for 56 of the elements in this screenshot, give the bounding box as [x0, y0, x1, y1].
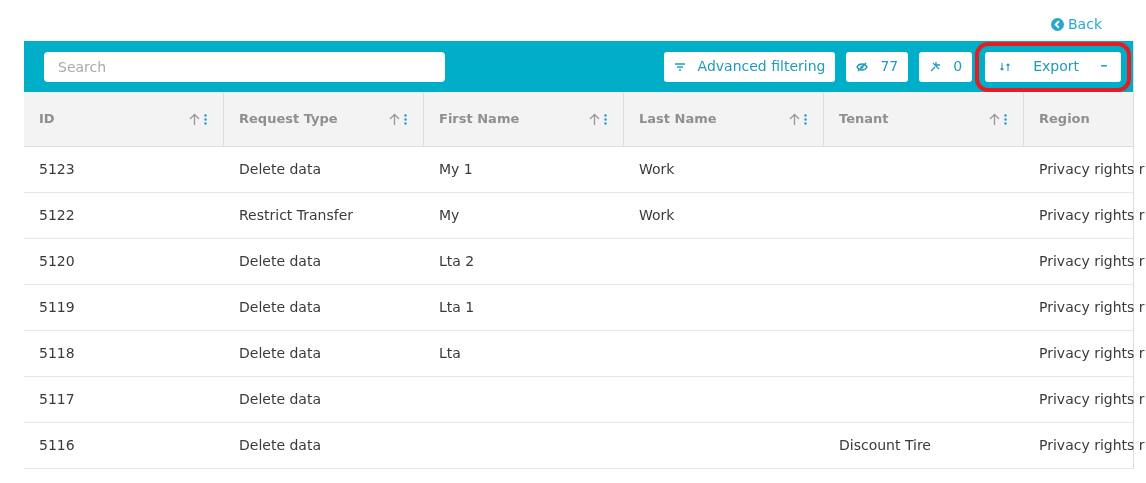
- advanced-filtering-button[interactable]: Advanced filtering: [663, 51, 836, 82]
- hidden-columns-button[interactable]: 77: [846, 51, 909, 82]
- table-cell-text: 5118: [39, 344, 75, 363]
- table-cell-text: Delete data: [239, 160, 321, 179]
- swap-arrows-icon: [999, 60, 1012, 73]
- sort-arrow-icon[interactable]: [189, 113, 200, 125]
- dropdown-caret-icon: [1101, 65, 1107, 68]
- table-cell-text: My: [439, 206, 460, 225]
- column-menu-icon[interactable]: [804, 113, 807, 125]
- table-cell-text: Privacy rights r: [1039, 160, 1145, 179]
- table-cell-text: Privacy rights r: [1039, 298, 1145, 317]
- column-header[interactable]: First Name: [424, 92, 624, 147]
- table-cell-text: 5116: [39, 436, 75, 455]
- table-cell-text: Delete data: [239, 252, 321, 271]
- table-cell-text: Lta: [439, 344, 461, 363]
- table-cell-text: Restrict Transfer: [239, 206, 354, 225]
- export-button[interactable]: Export: [985, 51, 1121, 82]
- pin-icon: [929, 60, 942, 73]
- column-menu-icon[interactable]: [1004, 113, 1007, 125]
- table-cell-text: Delete data: [239, 344, 321, 363]
- table-cell-text: 5123: [39, 160, 75, 179]
- table-cell-text: Delete data: [239, 390, 321, 409]
- column-header[interactable]: Request Type: [224, 92, 424, 147]
- column-header[interactable]: Last Name: [624, 92, 824, 147]
- filter-icon: [673, 60, 686, 73]
- table-cell-text: Lta 1: [439, 298, 475, 317]
- table-cell-text: Privacy rights r: [1039, 252, 1145, 271]
- table-cell-text: 5120: [39, 252, 75, 271]
- back-link[interactable]: Back: [1051, 14, 1102, 35]
- table-cell-text: My 1: [439, 160, 473, 179]
- table-cell-text: Privacy rights r: [1039, 344, 1145, 363]
- table-cell-text: Delete data: [239, 298, 321, 317]
- sort-arrow-icon[interactable]: [789, 113, 800, 125]
- column-menu-icon[interactable]: [404, 113, 407, 125]
- pinned-columns-button[interactable]: 0: [919, 51, 973, 82]
- column-header[interactable]: Tenant: [824, 92, 1024, 147]
- table-cell-text: Lta 2: [439, 252, 475, 271]
- table-cell-text: Work: [639, 206, 675, 225]
- table-cell-text: 5122: [39, 206, 75, 225]
- table-cell-text: 5119: [39, 298, 75, 317]
- column-menu-icon[interactable]: [204, 113, 207, 125]
- hidden-eye-icon: [856, 60, 869, 73]
- table-cell-text: Privacy rights r: [1039, 436, 1145, 455]
- table-cell-text: Work: [639, 160, 675, 179]
- table-cell-text: 5117: [39, 390, 75, 409]
- table-cell-text: Discount Tire: [839, 436, 931, 455]
- table-cell-text: Privacy rights r: [1039, 206, 1145, 225]
- sort-arrow-icon[interactable]: [989, 113, 1000, 125]
- table-cell-text: Privacy rights r: [1039, 390, 1145, 409]
- column-menu-icon[interactable]: [604, 113, 607, 125]
- column-header[interactable]: ID: [24, 92, 224, 147]
- sort-arrow-icon[interactable]: [389, 113, 400, 125]
- column-header[interactable]: Region: [1024, 92, 1134, 147]
- table-cell-text: Delete data: [239, 436, 321, 455]
- sort-arrow-icon[interactable]: [589, 113, 600, 125]
- search-field[interactable]: Search: [44, 51, 445, 82]
